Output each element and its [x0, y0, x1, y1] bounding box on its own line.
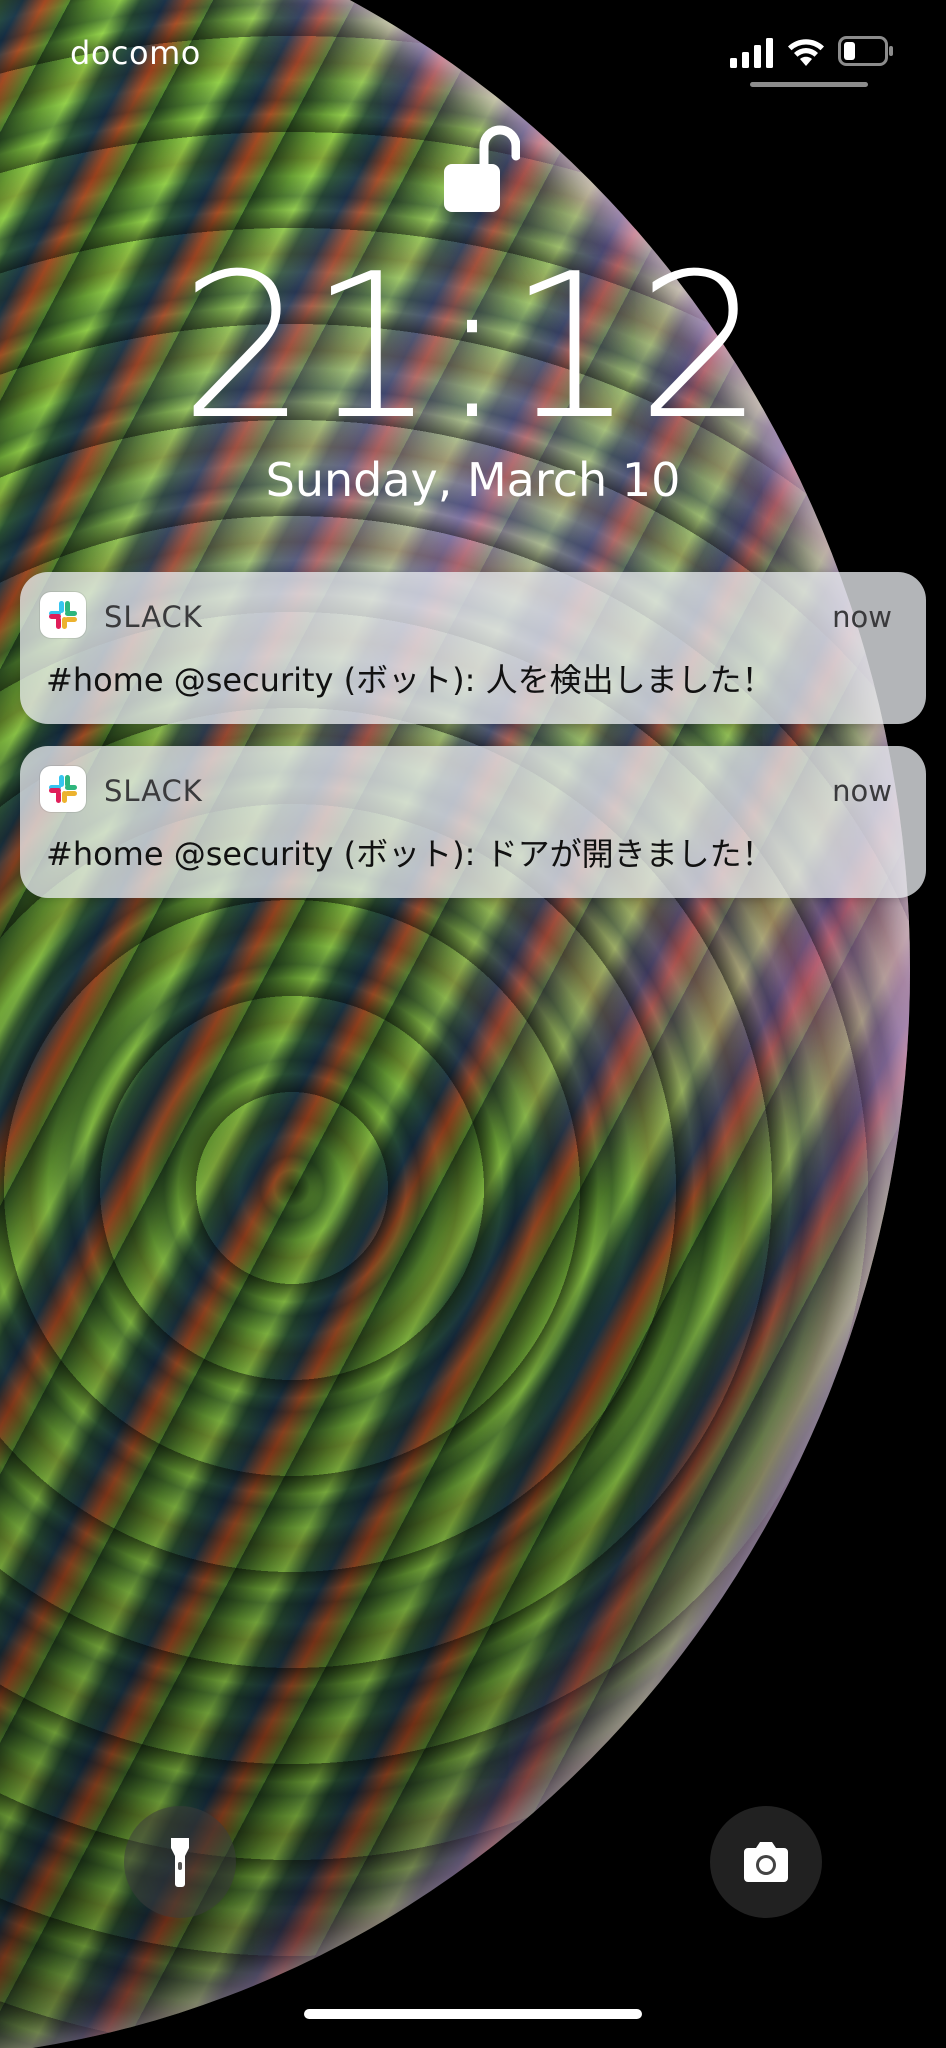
- slack-app-icon: [40, 592, 86, 638]
- notification-app-name: SLACK: [104, 600, 203, 634]
- notification-card[interactable]: SLACK now #home @security (ボット): 人を検出しまし…: [20, 572, 926, 724]
- home-indicator[interactable]: [304, 2009, 642, 2019]
- notification-time: now: [832, 774, 892, 808]
- wifi-icon: [788, 39, 824, 66]
- notification-message: #home @security (ボット): 人を検出しました！: [46, 661, 774, 699]
- battery-icon: [838, 36, 893, 66]
- notification-app-name: SLACK: [104, 774, 203, 808]
- notification-card[interactable]: SLACK now #home @security (ボット): ドアが開きまし…: [20, 746, 926, 898]
- control-center-grabber[interactable]: [750, 82, 868, 87]
- unlocked-padlock-icon: [444, 125, 520, 212]
- slack-app-icon: [40, 766, 86, 812]
- lock-screen-time: 21:12: [179, 231, 767, 464]
- camera-button[interactable]: [710, 1806, 822, 1918]
- flashlight-icon: [171, 1838, 189, 1887]
- camera-icon: [744, 1842, 788, 1882]
- lock-screen-date: Sunday, March 10: [265, 453, 681, 507]
- signal-icon: [730, 38, 773, 68]
- carrier-name: docomo: [70, 34, 201, 72]
- flashlight-button[interactable]: [124, 1806, 236, 1918]
- status-bar: docomo: [0, 0, 946, 110]
- notification-time: now: [832, 600, 892, 634]
- notification-message: #home @security (ボット): ドアが開きました！: [46, 835, 774, 873]
